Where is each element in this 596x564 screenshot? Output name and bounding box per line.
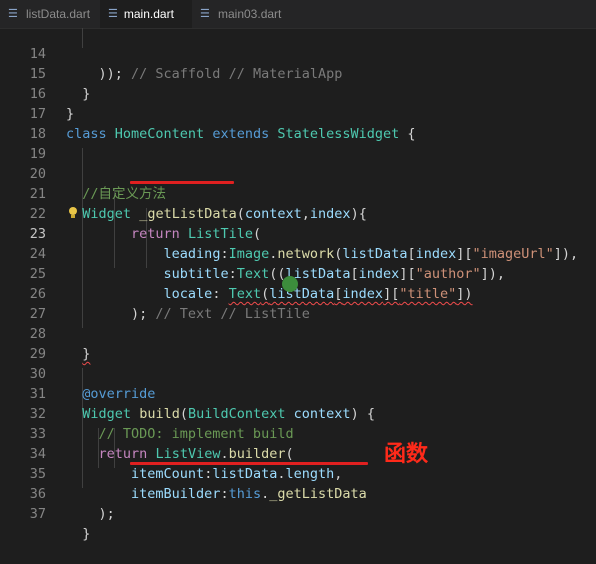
file-lines-icon: ☰ [200, 8, 210, 20]
line-number: 37 [29, 506, 46, 522]
code-line: 25 locale: Text(listData[index]["title"]… [0, 244, 596, 302]
file-lines-icon: ☰ [108, 8, 118, 20]
code-line: 32 // TODO: implement build [0, 384, 596, 442]
code-line: 28 } [0, 304, 596, 362]
code-line: 16 } [0, 64, 596, 122]
code-line: 24 subtitle:Text((listData[index]["autho… [0, 224, 596, 282]
code-line: 23 leading:Image.network(listData[index]… [0, 204, 596, 262]
code-line: 15 } [0, 44, 596, 102]
code-line: 37 } [0, 484, 596, 542]
code-line: 31 Widget build(BuildContext context) { [0, 364, 596, 422]
tab-label: main.dart [123, 7, 174, 21]
code-line: 17 class HomeContent extends StatelessWi… [0, 84, 596, 142]
code-line: 18 [0, 104, 596, 142]
tab-label: main03.dart [218, 7, 282, 21]
tab-label: listData.dart [26, 7, 91, 21]
code-line: 36 ); [0, 464, 596, 522]
code-text: ); [66, 506, 115, 522]
code-line: 26 ); // Text // ListTile [0, 264, 596, 322]
code-line: 35 itemBuilder:this._getListData [0, 444, 596, 502]
code-line: 33 return ListView.builder( [0, 404, 596, 462]
code-line: 20 //自定义方法 [0, 144, 596, 202]
code-line: 29 [0, 324, 596, 362]
annotation-label: 函数 [384, 442, 429, 467]
code-line: 14 )); // Scaffold // MaterialApp [0, 24, 596, 82]
code-line: 27 [0, 284, 596, 322]
highlight-underline [130, 462, 368, 465]
cursor-marker-icon [282, 276, 298, 292]
file-lines-icon: ☰ [8, 8, 18, 20]
code-editor[interactable]: 14 )); // Scaffold // MaterialApp 15 } 1… [0, 28, 596, 542]
code-line: 21 Widget _getListData(context,index){ [0, 164, 596, 222]
code-line: 19 [0, 124, 596, 162]
code-line: 30 @override [0, 344, 596, 402]
code-line: 34 itemCount:listData.length, [0, 424, 596, 482]
code-text: } [66, 526, 91, 542]
highlight-underline [130, 181, 234, 184]
code-line: 22 return ListTile( [0, 184, 596, 242]
lightbulb-icon[interactable] [66, 204, 80, 224]
